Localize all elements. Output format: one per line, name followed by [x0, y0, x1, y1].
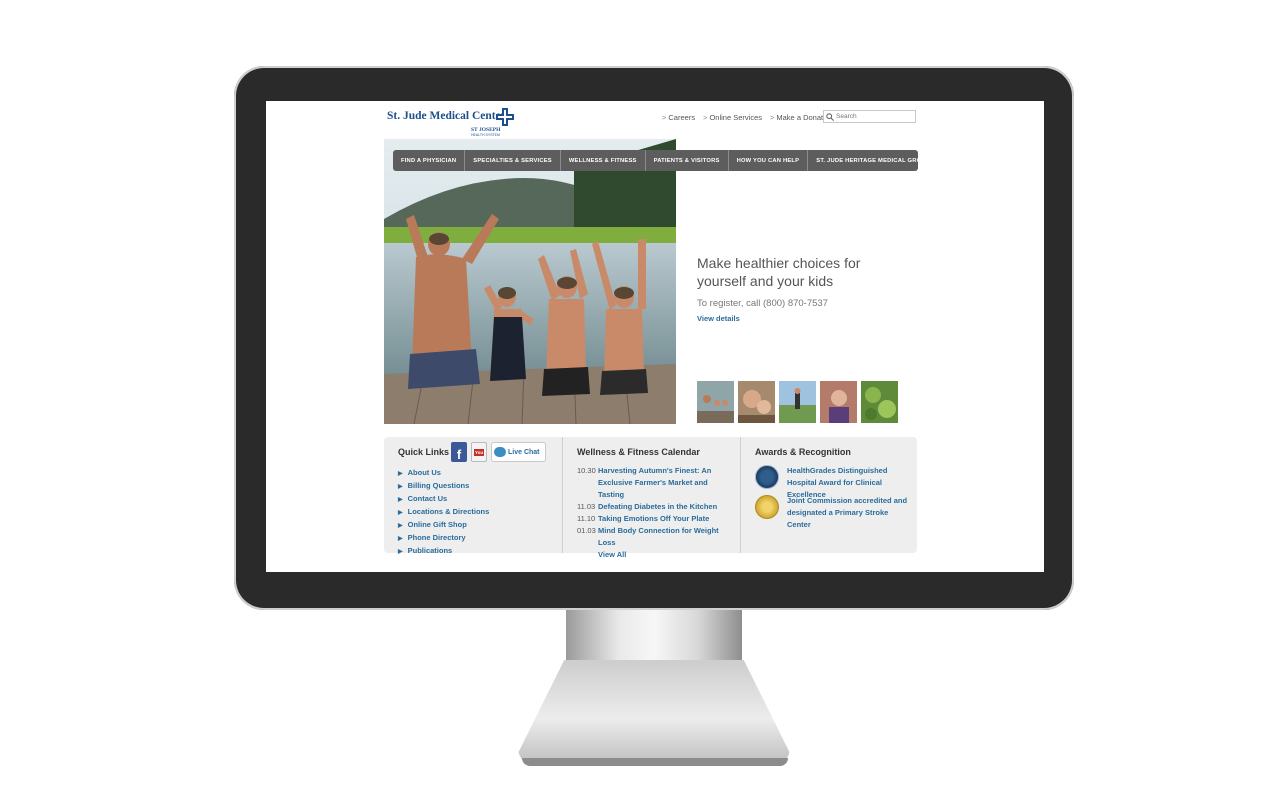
calendar-event[interactable]: 10.30 Harvesting Autumn's Finest: An Exc…	[577, 465, 728, 501]
quick-link-about-us[interactable]: ▶ About Us	[398, 467, 489, 480]
quick-link-billing-questions[interactable]: ▶ Billing Questions	[398, 480, 489, 493]
hero-thumbnails	[697, 381, 898, 423]
thumbnail-portrait[interactable]	[820, 381, 857, 423]
monitor-neck	[566, 610, 742, 662]
hero-image	[384, 139, 676, 424]
logo-sub-small: HEALTH SYSTEM	[471, 133, 500, 137]
hero-register-phone: To register, call (800) 870-7537	[697, 298, 828, 309]
quick-link-publications[interactable]: ▶ Publications	[398, 545, 489, 558]
online-services-link[interactable]: > Online Services	[703, 113, 762, 122]
logo-name: St. Jude Medical Center	[387, 110, 506, 122]
awards-section: Awards & Recognition HealthGrades Distin…	[740, 437, 918, 553]
calendar-events: 10.30 Harvesting Autumn's Finest: An Exc…	[577, 465, 728, 561]
hero-title: Make healthier choices for yourself and …	[697, 255, 861, 289]
thumbnail-family-dock[interactable]	[697, 381, 734, 423]
main-nav: FIND A PHYSICIAN SPECIALTIES & SERVICES …	[393, 150, 930, 171]
nav-wellness-fitness[interactable]: WELLNESS & FITNESS	[561, 150, 646, 171]
search-icon	[826, 112, 834, 121]
monitor-screen: St. Jude Medical Center ST JOSEPH HEALTH…	[266, 101, 1044, 572]
monitor-stand-edge	[522, 758, 788, 766]
thumbnail-outdoor-walk[interactable]	[779, 381, 816, 423]
nav-patients-visitors[interactable]: PATIENTS & VISITORS	[646, 150, 729, 171]
hero-promo: Make healthier choices for yourself and …	[697, 254, 887, 323]
monitor-stand	[518, 660, 790, 766]
thumbnail-greens[interactable]	[861, 381, 898, 423]
site-logo[interactable]: St. Jude Medical Center ST JOSEPH HEALTH…	[387, 108, 517, 138]
quick-link-phone-directory[interactable]: ▶ Phone Directory	[398, 532, 489, 545]
quick-link-locations[interactable]: ▶ Locations & Directions	[398, 506, 489, 519]
award-joint-commission[interactable]: Joint Commission accredited and designat…	[755, 495, 912, 531]
healthgrades-badge-icon	[755, 465, 779, 489]
calendar-event[interactable]: 01.03 Mind Body Connection for Weight Lo…	[577, 525, 728, 549]
youtube-icon[interactable]: You	[471, 442, 487, 462]
quick-link-contact-us[interactable]: ▶ Contact Us	[398, 493, 489, 506]
awards-title: Awards & Recognition	[755, 447, 851, 457]
view-details-link[interactable]: View details	[697, 314, 887, 323]
calendar-event[interactable]: 11.10 Taking Emotions Off Your Plate	[577, 513, 728, 525]
quick-links-title: Quick Links	[398, 447, 450, 457]
cross-logo-icon	[496, 108, 514, 126]
live-chat-button[interactable]: Live Chat	[491, 442, 546, 462]
view-all-link[interactable]: View All	[577, 549, 728, 561]
website: St. Jude Medical Center ST JOSEPH HEALTH…	[266, 101, 1044, 572]
nav-find-physician[interactable]: FIND A PHYSICIAN	[393, 150, 466, 171]
nav-specialties-services[interactable]: SPECIALTIES & SERVICES	[465, 150, 561, 171]
search-box[interactable]	[823, 110, 916, 123]
calendar-title: Wellness & Fitness Calendar	[577, 447, 700, 457]
facebook-icon[interactable]: f	[451, 442, 467, 462]
careers-link[interactable]: > Careers	[662, 113, 695, 122]
nav-how-you-can-help[interactable]: HOW YOU CAN HELP	[729, 150, 809, 171]
calendar-section: Wellness & Fitness Calendar 10.30 Harves…	[562, 437, 740, 559]
calendar-event[interactable]: 11.03 Defeating Diabetes in the Kitchen	[577, 501, 728, 513]
quick-links-list: ▶ About Us ▶ Billing Questions ▶ Contact Us…	[398, 467, 489, 558]
utility-links: > Careers > Online Services > Make a Donati…	[662, 113, 833, 122]
gold-seal-icon	[755, 495, 779, 519]
thumbnail-mother-child[interactable]	[738, 381, 775, 423]
quick-link-gift-shop[interactable]: ▶ Online Gift Shop	[398, 519, 489, 532]
info-panel: Quick Links f You Live Chat ▶ About Us ▶ B…	[384, 437, 918, 559]
quick-links-section: Quick Links f You Live Chat ▶ About Us ▶ B…	[384, 437, 561, 555]
social-links: f You Live Chat	[451, 442, 546, 462]
chat-bubble-icon	[494, 447, 506, 457]
nav-heritage-medical-group[interactable]: ST. JUDE HERITAGE MEDICAL GROUP	[808, 150, 938, 171]
search-input[interactable]	[836, 113, 906, 120]
